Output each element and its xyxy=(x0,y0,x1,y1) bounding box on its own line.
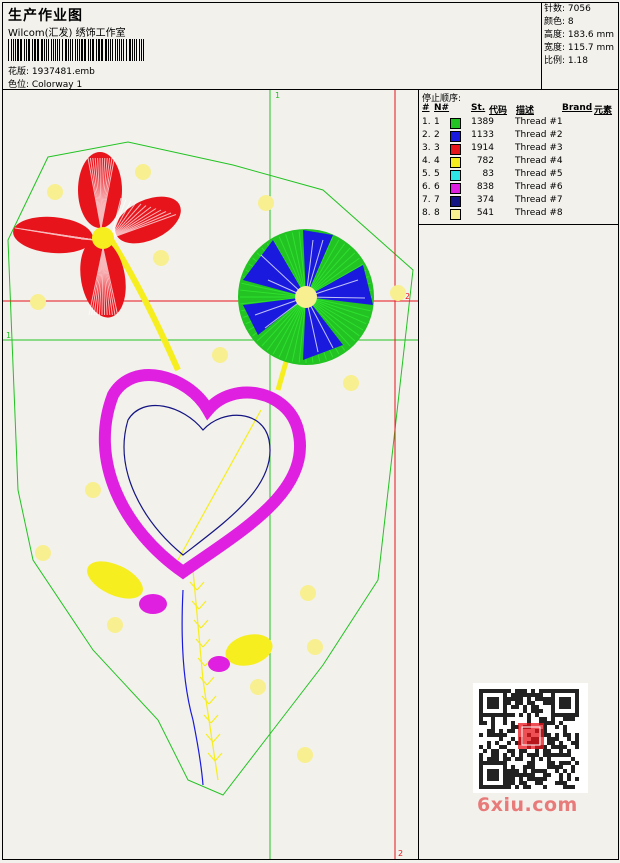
thread-index: 2. xyxy=(422,130,431,140)
thread-swatch xyxy=(450,183,461,194)
thread-stitches: 541 xyxy=(476,208,494,218)
thread-row: 2. 2 1133 Thread #2 xyxy=(422,129,617,142)
design-height: 高度: 183.6 mm xyxy=(544,30,615,40)
thread-swatch xyxy=(450,209,461,220)
thread-index: 6. xyxy=(422,182,431,192)
thread-row: 5. 5 83 Thread #5 xyxy=(422,168,617,181)
leaf-right-tip xyxy=(208,656,230,672)
design-width: 宽度: 115.7 mm xyxy=(544,43,615,53)
col-desc: 描述 xyxy=(516,106,535,116)
thread-n: 5 xyxy=(434,169,440,179)
design-canvas: 1 1 2 2 xyxy=(3,90,419,859)
thread-index: 4. xyxy=(422,156,431,166)
thread-row: 6. 6 838 Thread #6 xyxy=(422,181,617,194)
guide-label-h1: 1 xyxy=(6,331,11,340)
thread-n: 6 xyxy=(434,182,440,192)
design-name: 花版: 1937481.emb xyxy=(8,67,95,77)
thread-desc: Thread #5 xyxy=(515,169,563,179)
col-num: # xyxy=(422,103,430,113)
thread-stitches: 1914 xyxy=(471,143,494,153)
thread-row: 1. 1 1389 Thread #1 xyxy=(422,116,617,129)
thread-stitches: 374 xyxy=(476,195,494,205)
thread-desc: Thread #6 xyxy=(515,182,563,192)
thread-desc: Thread #2 xyxy=(515,130,563,140)
thread-swatch xyxy=(450,131,461,142)
col-brand: Brand xyxy=(562,103,593,113)
qr-code xyxy=(473,683,588,793)
worksheet: 生产作业图 Wilcom(汇发) 绣饰工作室 花版: 1937481.emb 色… xyxy=(2,2,619,860)
thread-row: 4. 4 782 Thread #4 xyxy=(422,155,617,168)
thread-n: 8 xyxy=(434,208,440,218)
thread-stitches: 83 xyxy=(482,169,494,179)
stitch-count: 针数: 7056 xyxy=(544,4,591,14)
leaf-left-tip xyxy=(139,594,167,614)
thread-row: 3. 3 1914 Thread #3 xyxy=(422,142,617,155)
header: 生产作业图 Wilcom(汇发) 绣饰工作室 花版: 1937481.emb 色… xyxy=(3,3,542,90)
thread-desc: Thread #1 xyxy=(515,117,563,127)
thread-row: 7. 7 374 Thread #7 xyxy=(422,194,617,207)
thread-swatch xyxy=(450,157,461,168)
thread-desc: Thread #7 xyxy=(515,195,563,205)
thread-swatch xyxy=(450,144,461,155)
thread-index: 3. xyxy=(422,143,431,153)
thread-swatch xyxy=(450,118,461,129)
barcode xyxy=(8,39,144,61)
green-blue-flower xyxy=(238,229,374,365)
thread-index: 8. xyxy=(422,208,431,218)
thread-index: 1. xyxy=(422,117,431,127)
thread-n: 7 xyxy=(434,195,440,205)
blue-stem xyxy=(181,589,204,786)
col-element: 元素 xyxy=(594,106,613,116)
thread-stitches: 1133 xyxy=(471,130,494,140)
thread-n: 2 xyxy=(434,130,440,140)
thread-swatch xyxy=(450,170,461,181)
design-scale: 比例: 1.18 xyxy=(544,56,588,66)
stop-sequence-panel: 停止顺序: # N# St. 代码 描述 Brand 元素 1. 1 1389 Thr… xyxy=(419,90,618,225)
color-count: 颜色: 8 xyxy=(544,17,574,27)
embroidery-preview: 1 1 2 2 xyxy=(3,90,418,859)
stop-sequence-header: # N# St. 代码 描述 Brand 元素 xyxy=(422,103,617,116)
thread-stitches: 838 xyxy=(476,182,494,192)
stem-line xyxy=(177,409,262,561)
thread-n: 3 xyxy=(434,143,440,153)
leaf-left xyxy=(87,561,143,599)
thread-index: 5. xyxy=(422,169,431,179)
thread-desc: Thread #3 xyxy=(515,143,563,153)
col-n: N# xyxy=(434,103,450,113)
thread-desc: Thread #8 xyxy=(515,208,563,218)
thread-stitches: 782 xyxy=(476,156,494,166)
thread-desc: Thread #4 xyxy=(515,156,563,166)
guide-label-v1: 1 xyxy=(275,91,280,100)
leaf-right xyxy=(225,634,273,666)
watermark: 6xiu.com xyxy=(477,794,578,816)
subtitle: Wilcom(汇发) 绣饰工作室 xyxy=(8,28,126,39)
thread-stitches: 1389 xyxy=(471,117,494,127)
thread-n: 4 xyxy=(434,156,440,166)
col-code: 代码 xyxy=(489,106,508,116)
stats-panel: 针数: 7056 颜色: 8 高度: 183.6 mm 宽度: 115.7 mm… xyxy=(541,3,618,90)
thread-n: 1 xyxy=(434,117,440,127)
page-title: 生产作业图 xyxy=(8,8,83,24)
thread-index: 7. xyxy=(422,195,431,205)
col-st: St. xyxy=(471,103,486,113)
colorway: 色位: Colorway 1 xyxy=(8,80,83,90)
guide-label-v2: 2 xyxy=(398,849,403,858)
thread-swatch xyxy=(450,196,461,207)
thread-row: 8. 8 541 Thread #8 xyxy=(422,207,617,220)
heart-outer xyxy=(98,369,306,580)
